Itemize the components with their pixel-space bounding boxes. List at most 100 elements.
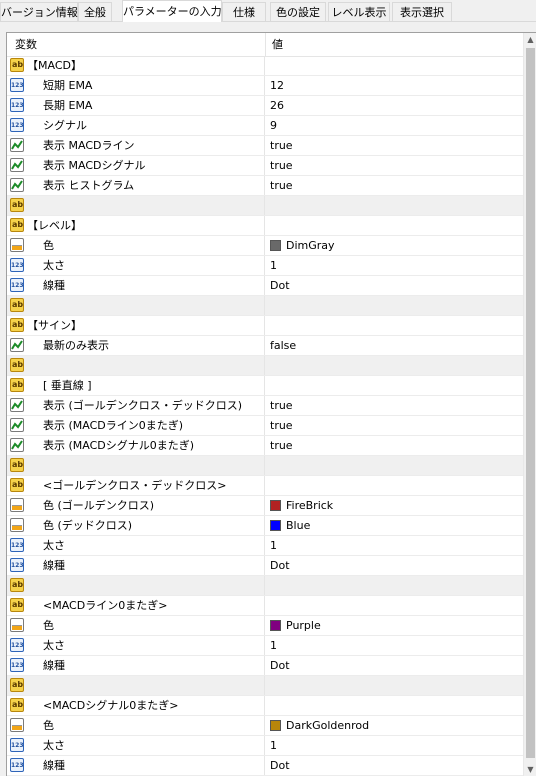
parameter-row[interactable]: 123 線種 Dot xyxy=(7,656,524,676)
vertical-scrollbar[interactable]: ▲ ▼ xyxy=(523,33,536,776)
variable-cell[interactable]: ab 【サイン】 xyxy=(7,316,265,336)
scroll-up-arrow-icon[interactable]: ▲ xyxy=(524,33,536,47)
scrollbar-thumb[interactable] xyxy=(526,48,535,758)
value-cell[interactable] xyxy=(266,596,524,616)
scroll-down-arrow-icon[interactable]: ▼ xyxy=(524,763,536,776)
variable-cell[interactable]: 123 短期 EMA xyxy=(7,76,265,96)
value-cell[interactable] xyxy=(266,476,524,496)
value-cell[interactable]: Purple xyxy=(266,616,524,636)
variable-cell[interactable]: 123 線種 xyxy=(7,556,265,576)
value-cell[interactable]: true xyxy=(266,436,524,456)
variable-cell[interactable]: ab xyxy=(7,356,265,376)
variable-cell[interactable]: 表示 MACDライン xyxy=(7,136,265,156)
parameter-row[interactable]: 色 (デッドクロス) Blue xyxy=(7,516,524,536)
color-swatch[interactable] xyxy=(270,240,281,251)
parameter-row[interactable]: 色 Purple xyxy=(7,616,524,636)
parameter-row[interactable]: 色 DimGray xyxy=(7,236,524,256)
column-header-value[interactable]: 値 xyxy=(272,33,283,56)
parameter-row[interactable]: ab xyxy=(7,676,524,696)
value-cell[interactable] xyxy=(266,576,524,596)
column-header-variable[interactable]: 変数 xyxy=(15,33,37,56)
variable-cell[interactable]: ab xyxy=(7,296,265,316)
value-cell[interactable]: 1 xyxy=(266,536,524,556)
parameter-row[interactable]: ab <ゴールデンクロス・デッドクロス> xyxy=(7,476,524,496)
variable-cell[interactable]: 色 xyxy=(7,616,265,636)
value-cell[interactable]: true xyxy=(266,156,524,176)
value-cell[interactable]: true xyxy=(266,136,524,156)
value-cell[interactable]: 1 xyxy=(266,256,524,276)
variable-cell[interactable]: 123 線種 xyxy=(7,276,265,296)
parameter-row[interactable]: ab xyxy=(7,456,524,476)
variable-cell[interactable]: 色 xyxy=(7,236,265,256)
parameter-row[interactable]: ab xyxy=(7,296,524,316)
value-cell[interactable]: 1 xyxy=(266,636,524,656)
tab-general[interactable]: 全般 xyxy=(78,2,112,21)
variable-cell[interactable]: ab xyxy=(7,676,265,696)
value-cell[interactable]: Blue xyxy=(266,516,524,536)
color-swatch[interactable] xyxy=(270,720,281,731)
variable-cell[interactable]: ab 【MACD】 xyxy=(7,56,265,76)
value-cell[interactable]: Dot xyxy=(266,556,524,576)
variable-cell[interactable]: 表示 (ゴールデンクロス・デッドクロス) xyxy=(7,396,265,416)
parameter-row[interactable]: 123 線種 Dot xyxy=(7,276,524,296)
parameter-row[interactable]: 表示 (MACDシグナル0またぎ) true xyxy=(7,436,524,456)
variable-cell[interactable]: 123 太さ xyxy=(7,536,265,556)
parameter-row[interactable]: ab 【MACD】 xyxy=(7,56,524,76)
tab-version-info[interactable]: バージョン情報 xyxy=(0,2,78,21)
variable-cell[interactable]: 123 太さ xyxy=(7,636,265,656)
parameter-row[interactable]: ab [ 垂直線 ] xyxy=(7,376,524,396)
value-cell[interactable]: DimGray xyxy=(266,236,524,256)
value-cell[interactable] xyxy=(266,356,524,376)
variable-cell[interactable]: 色 (ゴールデンクロス) xyxy=(7,496,265,516)
parameter-row[interactable]: 表示 ヒストグラム true xyxy=(7,176,524,196)
value-cell[interactable]: 9 xyxy=(266,116,524,136)
parameter-row[interactable]: ab xyxy=(7,576,524,596)
tab-spec[interactable]: 仕様 xyxy=(222,2,266,21)
variable-cell[interactable]: ab 【レベル】 xyxy=(7,216,265,236)
color-swatch[interactable] xyxy=(270,520,281,531)
parameter-row[interactable]: 123 線種 Dot xyxy=(7,756,524,776)
value-cell[interactable]: FireBrick xyxy=(266,496,524,516)
variable-cell[interactable]: 色 xyxy=(7,716,265,736)
parameter-row[interactable]: ab xyxy=(7,196,524,216)
parameter-row[interactable]: ab 【レベル】 xyxy=(7,216,524,236)
value-cell[interactable]: Dot xyxy=(266,656,524,676)
parameter-row[interactable]: 123 長期 EMA 26 xyxy=(7,96,524,116)
value-cell[interactable]: DarkGoldenrod xyxy=(266,716,524,736)
parameter-row[interactable]: ab 【サイン】 xyxy=(7,316,524,336)
variable-cell[interactable]: ab <MACDシグナル0またぎ> xyxy=(7,696,265,716)
value-cell[interactable] xyxy=(266,696,524,716)
variable-cell[interactable]: 表示 MACDシグナル xyxy=(7,156,265,176)
variable-cell[interactable]: 表示 ヒストグラム xyxy=(7,176,265,196)
variable-cell[interactable]: ab <ゴールデンクロス・デッドクロス> xyxy=(7,476,265,496)
variable-cell[interactable]: 123 線種 xyxy=(7,756,265,776)
variable-cell[interactable]: ab <MACDライン0またぎ> xyxy=(7,596,265,616)
value-cell[interactable]: false xyxy=(266,336,524,356)
parameter-row[interactable]: 123 太さ 1 xyxy=(7,536,524,556)
parameter-row[interactable]: 表示 MACDシグナル true xyxy=(7,156,524,176)
variable-cell[interactable]: 123 シグナル xyxy=(7,116,265,136)
parameter-row[interactable]: 123 シグナル 9 xyxy=(7,116,524,136)
value-cell[interactable]: 1 xyxy=(266,736,524,756)
tab-display-select[interactable]: 表示選択 xyxy=(392,2,452,21)
value-cell[interactable] xyxy=(266,676,524,696)
value-cell[interactable] xyxy=(266,456,524,476)
value-cell[interactable] xyxy=(266,216,524,236)
value-cell[interactable]: Dot xyxy=(266,276,524,296)
parameter-row[interactable]: 123 太さ 1 xyxy=(7,636,524,656)
tab-color-settings[interactable]: 色の設定 xyxy=(270,2,326,21)
value-cell[interactable]: true xyxy=(266,176,524,196)
value-cell[interactable]: true xyxy=(266,416,524,436)
parameter-row[interactable]: 色 DarkGoldenrod xyxy=(7,716,524,736)
parameter-row[interactable]: 表示 (ゴールデンクロス・デッドクロス) true xyxy=(7,396,524,416)
variable-cell[interactable]: 表示 (MACDシグナル0またぎ) xyxy=(7,436,265,456)
variable-cell[interactable]: ab xyxy=(7,456,265,476)
parameter-row[interactable]: 123 短期 EMA 12 xyxy=(7,76,524,96)
parameter-row[interactable]: 123 線種 Dot xyxy=(7,556,524,576)
value-cell[interactable] xyxy=(266,316,524,336)
variable-cell[interactable]: 最新のみ表示 xyxy=(7,336,265,356)
value-cell[interactable]: 12 xyxy=(266,76,524,96)
parameter-row[interactable]: ab <MACDライン0またぎ> xyxy=(7,596,524,616)
variable-cell[interactable]: 123 太さ xyxy=(7,736,265,756)
value-cell[interactable]: Dot xyxy=(266,756,524,776)
